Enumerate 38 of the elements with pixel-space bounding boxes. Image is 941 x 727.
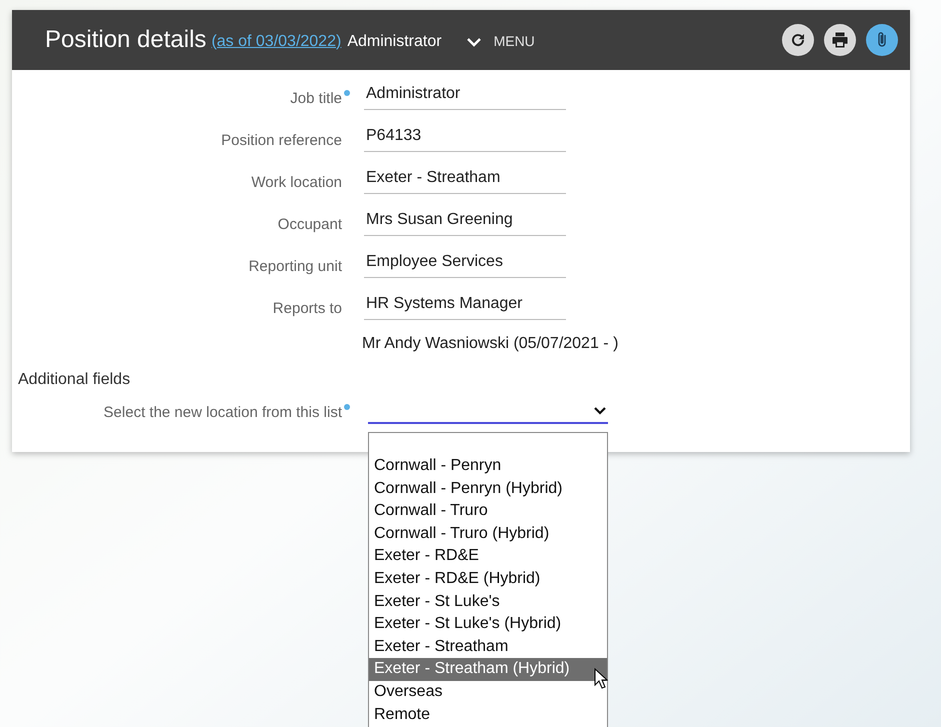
- dropdown-option[interactable]: Exeter - St Luke's (Hybrid): [369, 613, 607, 636]
- dropdown-option[interactable]: Cornwall - Truro: [369, 500, 607, 523]
- dropdown-option[interactable]: Remote: [369, 704, 607, 726]
- section-heading: Additional fields: [18, 371, 130, 388]
- field-value: Employee Services: [364, 250, 566, 278]
- field-label: Work location: [251, 172, 342, 192]
- field-label: Select the new location from this list: [104, 402, 342, 422]
- refresh-button[interactable]: [782, 24, 814, 56]
- dropdown-option[interactable]: Cornwall - Penryn: [369, 455, 607, 478]
- field-value: Mrs Susan Greening: [364, 208, 566, 236]
- printer-icon: [831, 31, 849, 49]
- page-title: Position details: [45, 25, 206, 55]
- field-label: Reporting unit: [248, 256, 342, 276]
- dropdown-option[interactable]: Exeter - RD&E: [369, 545, 607, 568]
- dropdown-option[interactable]: Cornwall - Penryn (Hybrid): [369, 478, 607, 500]
- as-of-date-link[interactable]: (as of 03/03/2022): [211, 30, 342, 54]
- field-value: Administrator: [364, 82, 566, 110]
- field-label: Job title: [290, 88, 342, 108]
- field-label: Reports to: [272, 298, 342, 318]
- chevron-down-icon: [594, 407, 606, 415]
- menu-button[interactable]: MENU: [466, 31, 535, 52]
- position-name: Administrator: [347, 32, 442, 52]
- dropdown-option[interactable]: Cornwall - Truro (Hybrid): [369, 522, 607, 546]
- field-value: HR Systems Manager: [364, 292, 566, 320]
- dropdown-option[interactable]: Overseas: [369, 680, 607, 704]
- field-value: P64133: [364, 124, 566, 152]
- dropdown-option[interactable]: Exeter - Streatham (Hybrid): [369, 658, 607, 681]
- refresh-icon: [789, 31, 807, 49]
- chevron-down-icon: [466, 36, 482, 48]
- field-value: Exeter - Streatham: [364, 166, 566, 194]
- print-button[interactable]: [824, 24, 856, 56]
- dropdown-option[interactable]: Exeter - Streatham: [369, 636, 607, 658]
- reports-to-person: Mr Andy Wasniowski (05/07/2021 - ): [362, 335, 618, 352]
- dropdown-option[interactable]: Exeter - RD&E (Hybrid): [369, 568, 607, 591]
- field-label: Occupant: [278, 214, 342, 234]
- attach-button[interactable]: [866, 24, 898, 56]
- dropdown-option[interactable]: Exeter - St Luke's: [369, 590, 607, 614]
- field-label: Position reference: [221, 130, 342, 150]
